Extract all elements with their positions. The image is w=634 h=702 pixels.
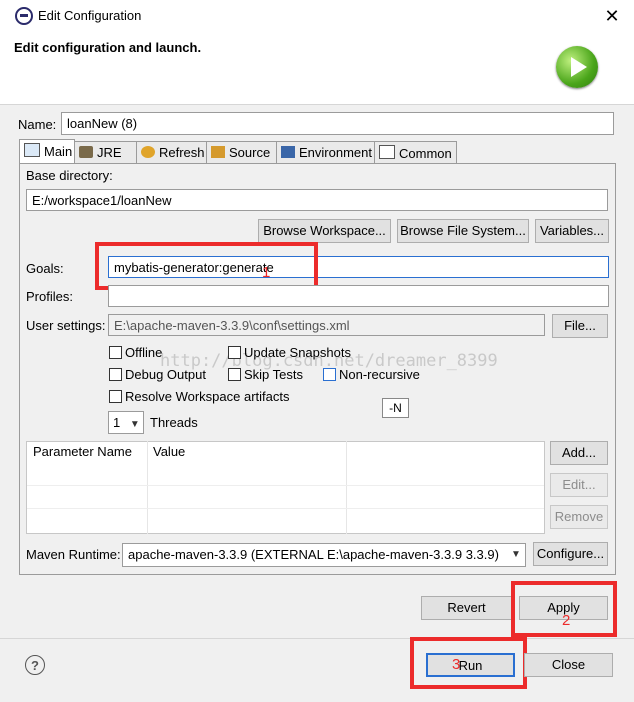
annotation-box-3	[410, 637, 527, 689]
close-button[interactable]: Close	[524, 653, 613, 677]
close-icon[interactable]: ✕	[600, 4, 624, 28]
column-header-parameter-name: Parameter Name	[33, 444, 132, 459]
tab-source[interactable]: Source	[207, 141, 277, 163]
debug-output-label: Debug Output	[125, 367, 206, 382]
refresh-icon	[141, 146, 155, 158]
revert-button[interactable]: Revert	[421, 596, 512, 620]
footer-divider	[0, 638, 634, 639]
skip-tests-label: Skip Tests	[244, 367, 304, 382]
main-tab-icon	[24, 143, 40, 157]
user-settings-label: User settings:	[26, 318, 106, 333]
base-directory-label: Base directory:	[26, 168, 113, 183]
chevron-down-icon: ▼	[511, 549, 521, 560]
tab-environment-label: Environment	[299, 145, 372, 160]
column-separator	[147, 441, 148, 534]
profiles-label: Profiles:	[26, 289, 73, 304]
configure-button[interactable]: Configure...	[533, 542, 608, 566]
maven-runtime-label: Maven Runtime:	[26, 547, 121, 562]
resolve-workspace-label: Resolve Workspace artifacts	[125, 389, 290, 404]
edit-button[interactable]: Edit...	[550, 473, 608, 497]
non-recursive-checkbox[interactable]	[323, 368, 336, 381]
browse-file-system-button[interactable]: Browse File System...	[397, 219, 529, 243]
column-header-value: Value	[153, 444, 186, 459]
variables-button[interactable]: Variables...	[535, 219, 609, 243]
tab-refresh-label: Refresh	[159, 145, 205, 160]
environment-icon	[281, 146, 295, 158]
chevron-down-icon: ▼	[129, 419, 140, 430]
tab-common-label: Common	[399, 146, 452, 161]
add-button[interactable]: Add...	[550, 441, 608, 465]
non-recursive-label: Non-recursive	[339, 367, 420, 382]
threads-select[interactable]: 1 ▼	[108, 411, 144, 434]
name-label: Name:	[18, 117, 57, 132]
annotation-number-3: 3	[452, 656, 461, 673]
table-row-divider	[27, 485, 544, 486]
banner-title: Edit configuration and launch.	[14, 40, 202, 55]
name-field[interactable]: loanNew (8)	[61, 112, 614, 135]
tab-common[interactable]: Common	[375, 141, 457, 163]
tab-source-label: Source	[229, 145, 271, 160]
eclipse-icon	[15, 7, 33, 25]
table-row-divider	[27, 508, 544, 509]
offline-label: Offline	[125, 345, 163, 360]
user-settings-field[interactable]: E:\apache-maven-3.3.9\conf\settings.xml	[108, 314, 545, 336]
debug-output-checkbox[interactable]	[109, 368, 122, 381]
goals-label: Goals:	[26, 261, 64, 276]
tab-jre-label: JRE	[97, 145, 122, 160]
threads-value: 1	[113, 415, 121, 430]
window-title: Edit Configuration	[38, 8, 142, 23]
resolve-workspace-checkbox[interactable]	[109, 390, 122, 403]
annotation-number-2: 2	[562, 612, 571, 629]
skip-tests-checkbox[interactable]	[228, 368, 241, 381]
browse-workspace-button[interactable]: Browse Workspace...	[258, 219, 391, 243]
source-icon	[211, 146, 225, 158]
tab-jre[interactable]: JRE	[75, 141, 137, 163]
column-separator	[346, 441, 347, 534]
tab-main[interactable]: Main	[19, 139, 75, 164]
annotation-number-1: 1	[262, 264, 271, 281]
remove-button[interactable]: Remove	[550, 505, 608, 529]
jre-icon	[79, 146, 93, 158]
common-icon	[379, 145, 395, 159]
file-button[interactable]: File...	[552, 314, 608, 338]
maven-runtime-select[interactable]: apache-maven-3.3.9 (EXTERNAL E:\apache-m…	[122, 543, 526, 567]
update-snapshots-label: Update Snapshots	[244, 345, 351, 360]
base-directory-field[interactable]: E:/workspace1/loanNew	[26, 189, 608, 211]
threads-label: Threads	[150, 415, 198, 430]
profiles-field[interactable]	[108, 285, 609, 307]
tooltip: -N	[382, 398, 409, 418]
tab-refresh[interactable]: Refresh	[137, 141, 207, 163]
tab-main-label: Main	[44, 144, 73, 159]
annotation-box-1	[95, 242, 318, 290]
help-icon[interactable]: ?	[25, 655, 45, 675]
maven-runtime-value: apache-maven-3.3.9 (EXTERNAL E:\apache-m…	[128, 547, 499, 562]
tab-environment[interactable]: Environment	[277, 141, 375, 163]
run-icon	[556, 46, 598, 88]
offline-checkbox[interactable]	[109, 346, 122, 359]
update-snapshots-checkbox[interactable]	[228, 346, 241, 359]
